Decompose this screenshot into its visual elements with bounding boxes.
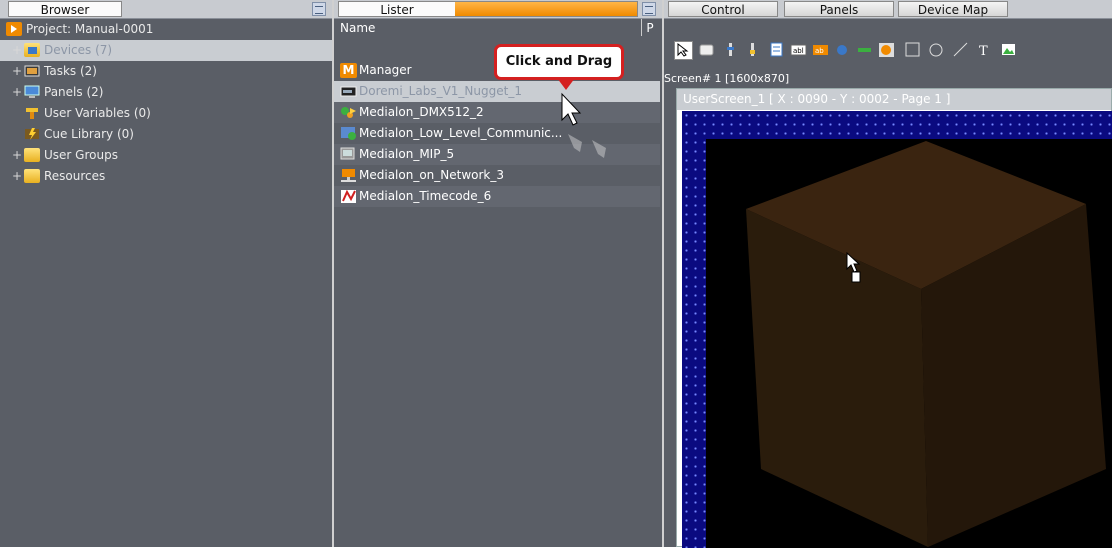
tree-item-panels[interactable]: + Panels (2) — [0, 82, 332, 103]
tree-item-cue-library[interactable]: Cue Library (0) — [0, 124, 332, 145]
drop-cursor-icon — [846, 252, 861, 283]
list-item-label: Medialon_DMX512_2 — [359, 105, 484, 119]
timecode-icon — [340, 189, 357, 204]
network-icon — [340, 168, 357, 183]
click-and-drag-callout: Click and Drag — [494, 44, 624, 90]
tree-item-label: Tasks (2) — [44, 64, 97, 78]
tree-item-label: Project: Manual-0001 — [26, 22, 154, 36]
button-tool-icon[interactable] — [698, 41, 715, 58]
screen-label: Screen# 1 [1600x870] — [664, 72, 790, 85]
panels-icon — [24, 85, 40, 99]
list-tool-icon[interactable] — [768, 41, 785, 58]
cube-graphic — [746, 141, 1106, 547]
meter-tool-icon[interactable] — [856, 41, 873, 58]
list-item-label: Medialon_on_Network_3 — [359, 168, 505, 182]
expand-icon[interactable]: + — [12, 40, 22, 61]
label-tool-icon[interactable]: abl — [790, 41, 807, 58]
devices-folder-icon — [24, 43, 40, 57]
tree-item-tasks[interactable]: + Tasks (2) — [0, 61, 332, 82]
list-item-label: Medialon_MIP_5 — [359, 147, 455, 161]
browser-tabbar: Browser — [0, 0, 332, 19]
tab-panels[interactable]: Panels — [784, 1, 894, 17]
expand-icon[interactable]: + — [12, 61, 22, 82]
tree-item-user-groups[interactable]: + User Groups — [0, 145, 332, 166]
tree-item-label: Cue Library (0) — [44, 127, 134, 141]
user-screen-window[interactable]: UserScreen_1 [ X : 0090 - Y : 0002 - Pag… — [676, 88, 1112, 548]
screen-canvas[interactable] — [682, 111, 1112, 548]
line-tool-icon[interactable] — [952, 41, 969, 58]
rectangle-tool-icon[interactable] — [904, 41, 921, 58]
expand-icon[interactable]: + — [12, 82, 22, 103]
lister-view-toggle-icon[interactable] — [642, 2, 656, 16]
text-tool-icon[interactable]: ab — [812, 41, 829, 58]
dmx-icon — [340, 105, 357, 120]
nugget-device-icon — [340, 84, 357, 99]
browser-tab[interactable]: Browser — [8, 1, 122, 17]
led-tool-icon[interactable] — [834, 41, 851, 58]
svg-text:abl: abl — [793, 47, 804, 55]
tasks-icon — [24, 64, 40, 78]
list-item-label: Manager — [359, 63, 412, 77]
tree-item-label: Resources — [44, 169, 106, 183]
column-header-p[interactable]: P — [641, 19, 658, 36]
project-icon — [6, 22, 22, 36]
column-header-name[interactable]: Name — [340, 19, 375, 37]
panel-background — [706, 139, 1112, 548]
list-item-label: Medialon_Timecode_6 — [359, 189, 492, 203]
lister-pane: Lister Name P M Manager Doremi_Labs_V1_N… — [334, 0, 664, 547]
arrow-tool-icon[interactable] — [674, 41, 693, 60]
browser-view-toggle-icon[interactable] — [312, 2, 326, 16]
mip-icon — [340, 147, 357, 162]
lister-tab[interactable]: Lister — [338, 1, 638, 17]
tree-item-devices[interactable]: + Devices (7) — [0, 40, 332, 61]
tree-item-label: Devices (7) — [44, 43, 113, 57]
tab-control[interactable]: Control — [668, 1, 778, 17]
drag-cursor-icon — [561, 92, 606, 158]
browser-pane: Browser Project: Manual-0001 + Devices (… — [0, 0, 334, 547]
manager-icon: M — [340, 63, 357, 78]
cue-library-icon — [24, 127, 40, 141]
image-tool-icon[interactable] — [1000, 41, 1017, 58]
lister-tabbar: Lister — [334, 0, 662, 19]
project-tree: Project: Manual-0001 + Devices (7) + Tas… — [0, 19, 332, 187]
user-variables-icon — [24, 106, 40, 120]
tree-item-label: Panels (2) — [44, 85, 104, 99]
network-device-icon — [340, 126, 357, 141]
tab-device-map[interactable]: Device Map — [898, 1, 1008, 17]
resources-folder-icon — [24, 169, 40, 183]
editor-tabbar: Control Panels Device Map — [664, 0, 1112, 19]
tree-item-resources[interactable]: + Resources — [0, 166, 332, 187]
list-item-label: Doremi_Labs_V1_Nugget_1 — [359, 84, 522, 98]
user-groups-folder-icon — [24, 148, 40, 162]
ellipse-tool-icon[interactable] — [928, 41, 945, 58]
lister-header: Name P — [334, 19, 662, 37]
knob-tool-icon[interactable] — [878, 41, 895, 58]
panel-toolbar: abl ab T — [664, 37, 1112, 65]
tree-item-project[interactable]: Project: Manual-0001 — [0, 19, 332, 40]
tree-item-label: User Variables (0) — [44, 106, 151, 120]
list-item-timecode[interactable]: Medialon_Timecode_6 — [334, 186, 660, 207]
list-item-label: Medialon_Low_Level_Communic... — [359, 126, 563, 140]
expand-icon[interactable]: + — [12, 166, 22, 187]
expand-icon[interactable]: + — [12, 145, 22, 166]
svg-text:T: T — [979, 44, 988, 58]
tree-item-label: User Groups — [44, 148, 118, 162]
svg-text:ab: ab — [815, 47, 824, 55]
lister-tab-label: Lister — [339, 2, 455, 17]
text-t-icon[interactable]: T — [976, 41, 993, 59]
slider-tool-icon[interactable] — [722, 41, 739, 58]
user-screen-title: UserScreen_1 [ X : 0090 - Y : 0002 - Pag… — [677, 89, 1111, 110]
fader-tool-icon[interactable] — [744, 41, 761, 58]
tree-item-user-variables[interactable]: User Variables (0) — [0, 103, 332, 124]
